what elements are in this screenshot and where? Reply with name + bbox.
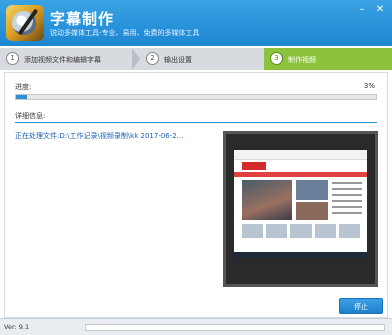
progress-bar [15, 94, 377, 100]
version-label: Ver: 9.1 [4, 323, 30, 331]
divider [15, 122, 377, 123]
header-bar: 字幕制作 锐动多媒体工具-专业、易用、免费的多媒体工具 – ✕ [0, 0, 392, 46]
preview-thumbnail-row [242, 224, 361, 238]
preview-frame [234, 150, 367, 258]
preview-text-line [332, 188, 362, 190]
preview-taskbar [234, 252, 367, 258]
progress-fill [16, 95, 27, 99]
step-3-active: 3 制作视频 [264, 48, 392, 70]
step-number: 2 [146, 52, 159, 65]
app-logo-icon [6, 5, 44, 41]
preview-site-logo [242, 162, 266, 170]
details-label: 详细信息: [15, 112, 46, 120]
preview-image [296, 180, 328, 200]
preview-text-line [332, 206, 362, 208]
video-preview [223, 131, 378, 287]
preview-image [296, 202, 328, 220]
progress-percent: 3% [363, 82, 375, 90]
window-controls: – ✕ [356, 4, 386, 16]
step-wizard: 1 添加视频文件和编辑字幕 2 输出设置 3 制作视频 [0, 48, 392, 70]
app-title: 字幕制作 [50, 10, 115, 28]
step-arrow-icon [256, 48, 264, 70]
processing-status: 正在处理文件:D:\工作记录\视频录制\kk 2017-06-2... [15, 132, 184, 140]
step-label: 制作视频 [288, 56, 316, 64]
step-1: 1 添加视频文件和编辑字幕 [0, 48, 140, 70]
preview-text-line [332, 200, 362, 202]
step-arrow-icon [132, 48, 140, 70]
preview-browser-bar [234, 150, 367, 160]
status-bar: Ver: 9.1 [0, 318, 392, 335]
preview-text-line [332, 212, 362, 214]
minimize-icon[interactable]: – [356, 4, 368, 16]
step-label: 输出设置 [164, 56, 192, 64]
progress-label: 进度: [15, 83, 32, 91]
preview-nav-bar [234, 172, 367, 177]
step-number: 1 [6, 52, 19, 65]
footer-progress-bar [85, 324, 385, 331]
step-label: 添加视频文件和编辑字幕 [24, 56, 101, 64]
app-subtitle: 锐动多媒体工具-专业、易用、免费的多媒体工具 [50, 29, 200, 37]
preview-text-line [332, 194, 362, 196]
preview-image [242, 180, 292, 220]
step-number: 3 [270, 52, 283, 65]
close-icon[interactable]: ✕ [374, 4, 386, 16]
main-panel: 进度: 3% 详细信息: 正在处理文件:D:\工作记录\视频录制\kk 2017… [4, 72, 388, 318]
step-2: 2 输出设置 [140, 48, 264, 70]
preview-text-line [332, 182, 362, 184]
stop-button[interactable]: 停止 [339, 298, 383, 314]
